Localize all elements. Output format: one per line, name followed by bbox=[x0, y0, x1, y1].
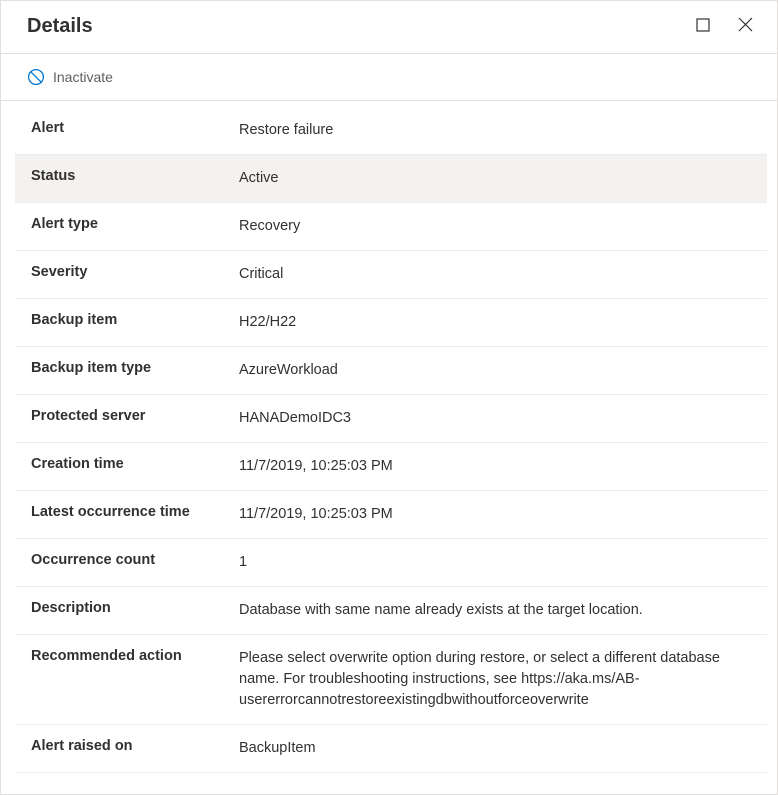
detail-label: Recommended action bbox=[31, 648, 239, 664]
details-window: Details Inactivate AlertRestore fai bbox=[0, 0, 778, 795]
detail-label: Alert type bbox=[31, 216, 239, 232]
detail-value: HANADemoIDC3 bbox=[239, 408, 751, 429]
window-controls bbox=[692, 13, 757, 39]
window-title: Details bbox=[27, 15, 93, 38]
detail-label: Protected server bbox=[31, 408, 239, 424]
maximize-icon bbox=[696, 18, 710, 35]
detail-row: Creation time11/7/2019, 10:25:03 PM bbox=[15, 443, 767, 491]
detail-table: AlertRestore failureStatusActiveAlert ty… bbox=[1, 101, 777, 779]
detail-row: DescriptionDatabase with same name alrea… bbox=[15, 587, 767, 635]
detail-value: 1 bbox=[239, 552, 751, 573]
detail-label: Backup item type bbox=[31, 360, 239, 376]
detail-value: AzureWorkload bbox=[239, 360, 751, 381]
detail-row: Protected serverHANADemoIDC3 bbox=[15, 395, 767, 443]
detail-value: Active bbox=[239, 168, 751, 189]
detail-value: Database with same name already exists a… bbox=[239, 600, 751, 621]
detail-label: Severity bbox=[31, 264, 239, 280]
detail-row: SeverityCritical bbox=[15, 251, 767, 299]
detail-label: Occurrence count bbox=[31, 552, 239, 568]
detail-value: 11/7/2019, 10:25:03 PM bbox=[239, 504, 751, 525]
detail-value: Please select overwrite option during re… bbox=[239, 648, 751, 711]
inactivate-icon bbox=[27, 68, 45, 86]
detail-row: Backup item typeAzureWorkload bbox=[15, 347, 767, 395]
close-icon bbox=[738, 17, 753, 35]
detail-value: Restore failure bbox=[239, 120, 751, 141]
detail-value: Critical bbox=[239, 264, 751, 285]
detail-label: Alert bbox=[31, 120, 239, 136]
detail-value: H22/H22 bbox=[239, 312, 751, 333]
inactivate-button[interactable]: Inactivate bbox=[27, 66, 113, 88]
content-scroll[interactable]: AlertRestore failureStatusActiveAlert ty… bbox=[1, 101, 777, 794]
detail-row: Backup itemH22/H22 bbox=[15, 299, 767, 347]
detail-label: Latest occurrence time bbox=[31, 504, 239, 520]
detail-value: Recovery bbox=[239, 216, 751, 237]
detail-row: AlertRestore failure bbox=[15, 107, 767, 155]
detail-row: Alert typeRecovery bbox=[15, 203, 767, 251]
detail-row: Recommended actionPlease select overwrit… bbox=[15, 635, 767, 725]
detail-label: Alert raised on bbox=[31, 738, 239, 754]
toolbar: Inactivate bbox=[1, 54, 777, 101]
close-button[interactable] bbox=[734, 13, 757, 39]
detail-row: Occurrence count1 bbox=[15, 539, 767, 587]
detail-row: Alert raised onBackupItem bbox=[15, 725, 767, 773]
detail-row: StatusActive bbox=[15, 155, 767, 203]
maximize-button[interactable] bbox=[692, 14, 714, 39]
detail-row: Latest occurrence time11/7/2019, 10:25:0… bbox=[15, 491, 767, 539]
detail-value: 11/7/2019, 10:25:03 PM bbox=[239, 456, 751, 477]
inactivate-label: Inactivate bbox=[53, 69, 113, 85]
detail-label: Description bbox=[31, 600, 239, 616]
detail-label: Backup item bbox=[31, 312, 239, 328]
detail-value: BackupItem bbox=[239, 738, 751, 759]
titlebar: Details bbox=[1, 1, 777, 54]
detail-label: Status bbox=[31, 168, 239, 184]
detail-label: Creation time bbox=[31, 456, 239, 472]
